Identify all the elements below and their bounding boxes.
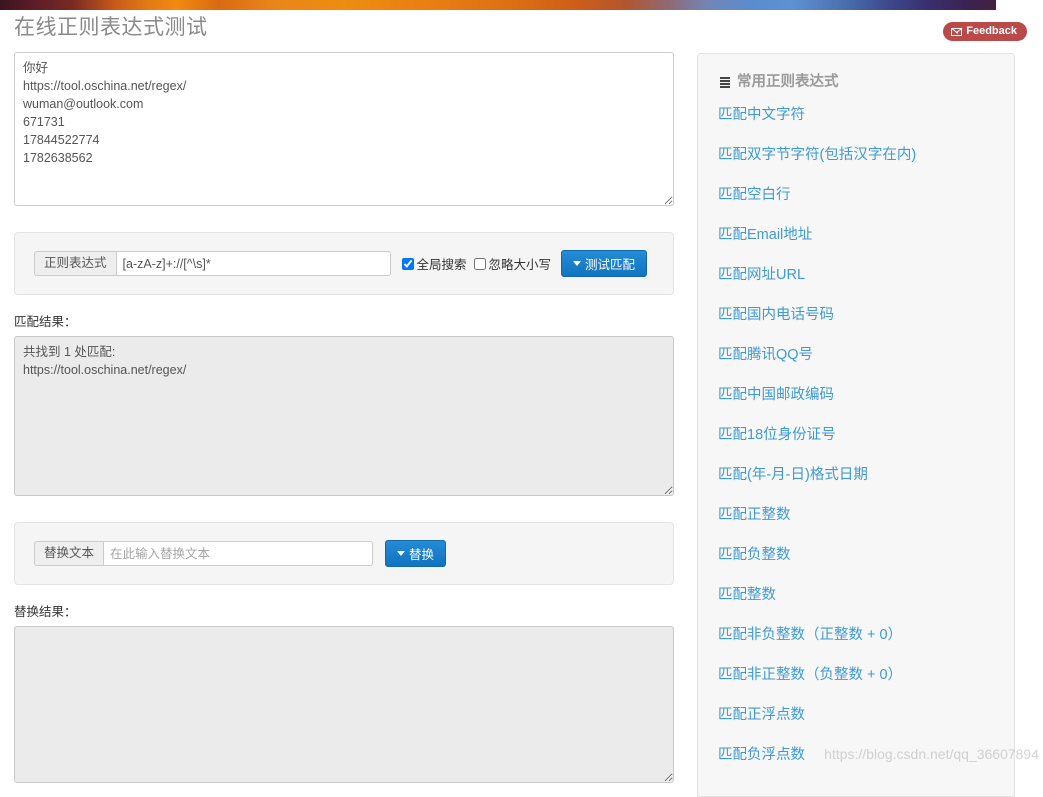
top-gradient-bar-cap (996, 0, 1043, 10)
sidebar-item-12[interactable]: 匹配整数 (718, 586, 994, 605)
main-column: 正则表达式 全局搜索 忽略大小写 测试匹配 匹配结果： (14, 52, 674, 783)
feedback-button[interactable]: Feedback (943, 22, 1027, 41)
source-text-textarea[interactable] (14, 52, 674, 206)
regex-input[interactable] (115, 251, 391, 276)
sidebar-item-2[interactable]: 匹配空白行 (718, 186, 994, 205)
common-regex-sidebar: 常用正则表达式 匹配中文字符 匹配双字节字符(包括汉字在内) 匹配空白行匹配Emai… (697, 53, 1015, 797)
sidebar-title-label: 常用正则表达式 (737, 74, 839, 90)
sidebar-item-11[interactable]: 匹配负整数 (718, 546, 994, 565)
ignore-case-label: 忽略大小写 (488, 258, 552, 272)
test-match-button[interactable]: 测试匹配 (561, 250, 648, 277)
regex-input-group: 正则表达式 (34, 251, 391, 276)
match-result-textarea[interactable] (14, 336, 674, 496)
sidebar-item-16[interactable]: 匹配负浮点数 (718, 746, 994, 765)
ignore-case-checkbox[interactable] (473, 257, 486, 270)
sidebar-item-9[interactable]: 匹配(年-月-日)格式日期 (718, 466, 994, 485)
regex-label: 正则表达式 (34, 251, 116, 276)
global-search-checkbox[interactable] (401, 257, 414, 270)
replace-input[interactable] (103, 541, 374, 566)
replace-label: 替换文本 (34, 541, 104, 566)
chevron-down-icon (573, 261, 582, 266)
sidebar-item-10[interactable]: 匹配正整数 (718, 506, 994, 525)
ignore-case-checkbox-label[interactable]: 忽略大小写 (473, 254, 552, 273)
list-icon (718, 76, 730, 88)
sidebar-item-7[interactable]: 匹配中国邮政编码 (718, 386, 994, 405)
envelope-icon (951, 27, 963, 36)
test-match-button-label: 测试匹配 (585, 258, 636, 272)
regex-options: 全局搜索 忽略大小写 (401, 254, 554, 273)
sidebar-item-1[interactable]: 匹配双字节字符(包括汉字在内) (718, 146, 994, 165)
sidebar-item-13[interactable]: 匹配非负整数（正整数 + 0） (718, 626, 994, 645)
sidebar-title: 常用正则表达式 (718, 72, 994, 92)
page-title: 在线正则表达式测试 (14, 16, 208, 39)
sidebar-item-0[interactable]: 匹配中文字符 (718, 106, 994, 125)
chevron-down-icon (397, 551, 406, 556)
feedback-button-label: Feedback (966, 25, 1017, 37)
sidebar-item-4[interactable]: 匹配网址URL (718, 266, 994, 285)
regex-form-row: 正则表达式 全局搜索 忽略大小写 测试匹配 (34, 250, 654, 277)
sidebar-item-14[interactable]: 匹配非正整数（负整数 + 0） (718, 666, 994, 685)
replace-button-label: 替换 (409, 548, 435, 562)
sidebar-item-3[interactable]: 匹配Email地址 (718, 226, 994, 245)
replace-button[interactable]: 替换 (385, 540, 447, 567)
sidebar-item-15[interactable]: 匹配正浮点数 (718, 706, 994, 725)
global-search-label: 全局搜索 (416, 258, 467, 272)
sidebar-item-8[interactable]: 匹配18位身份证号 (718, 426, 994, 445)
replace-input-group: 替换文本 (34, 541, 374, 566)
top-gradient-bar (0, 0, 1043, 10)
regex-panel: 正则表达式 全局搜索 忽略大小写 测试匹配 (14, 232, 674, 295)
replace-panel: 替换文本 替换 (14, 522, 674, 585)
match-result-label: 匹配结果： (14, 315, 77, 329)
sidebar-item-6[interactable]: 匹配腾讯QQ号 (718, 346, 994, 365)
replace-form-row: 替换文本 替换 (34, 540, 654, 567)
global-search-checkbox-label[interactable]: 全局搜索 (401, 254, 467, 273)
sidebar-item-5[interactable]: 匹配国内电话号码 (718, 306, 994, 325)
replace-result-textarea[interactable] (14, 626, 674, 783)
replace-result-label: 替换结果： (14, 605, 77, 619)
sidebar-link-list: 匹配中文字符 匹配双字节字符(包括汉字在内) 匹配空白行匹配Email地址 匹配网址U… (718, 106, 994, 765)
